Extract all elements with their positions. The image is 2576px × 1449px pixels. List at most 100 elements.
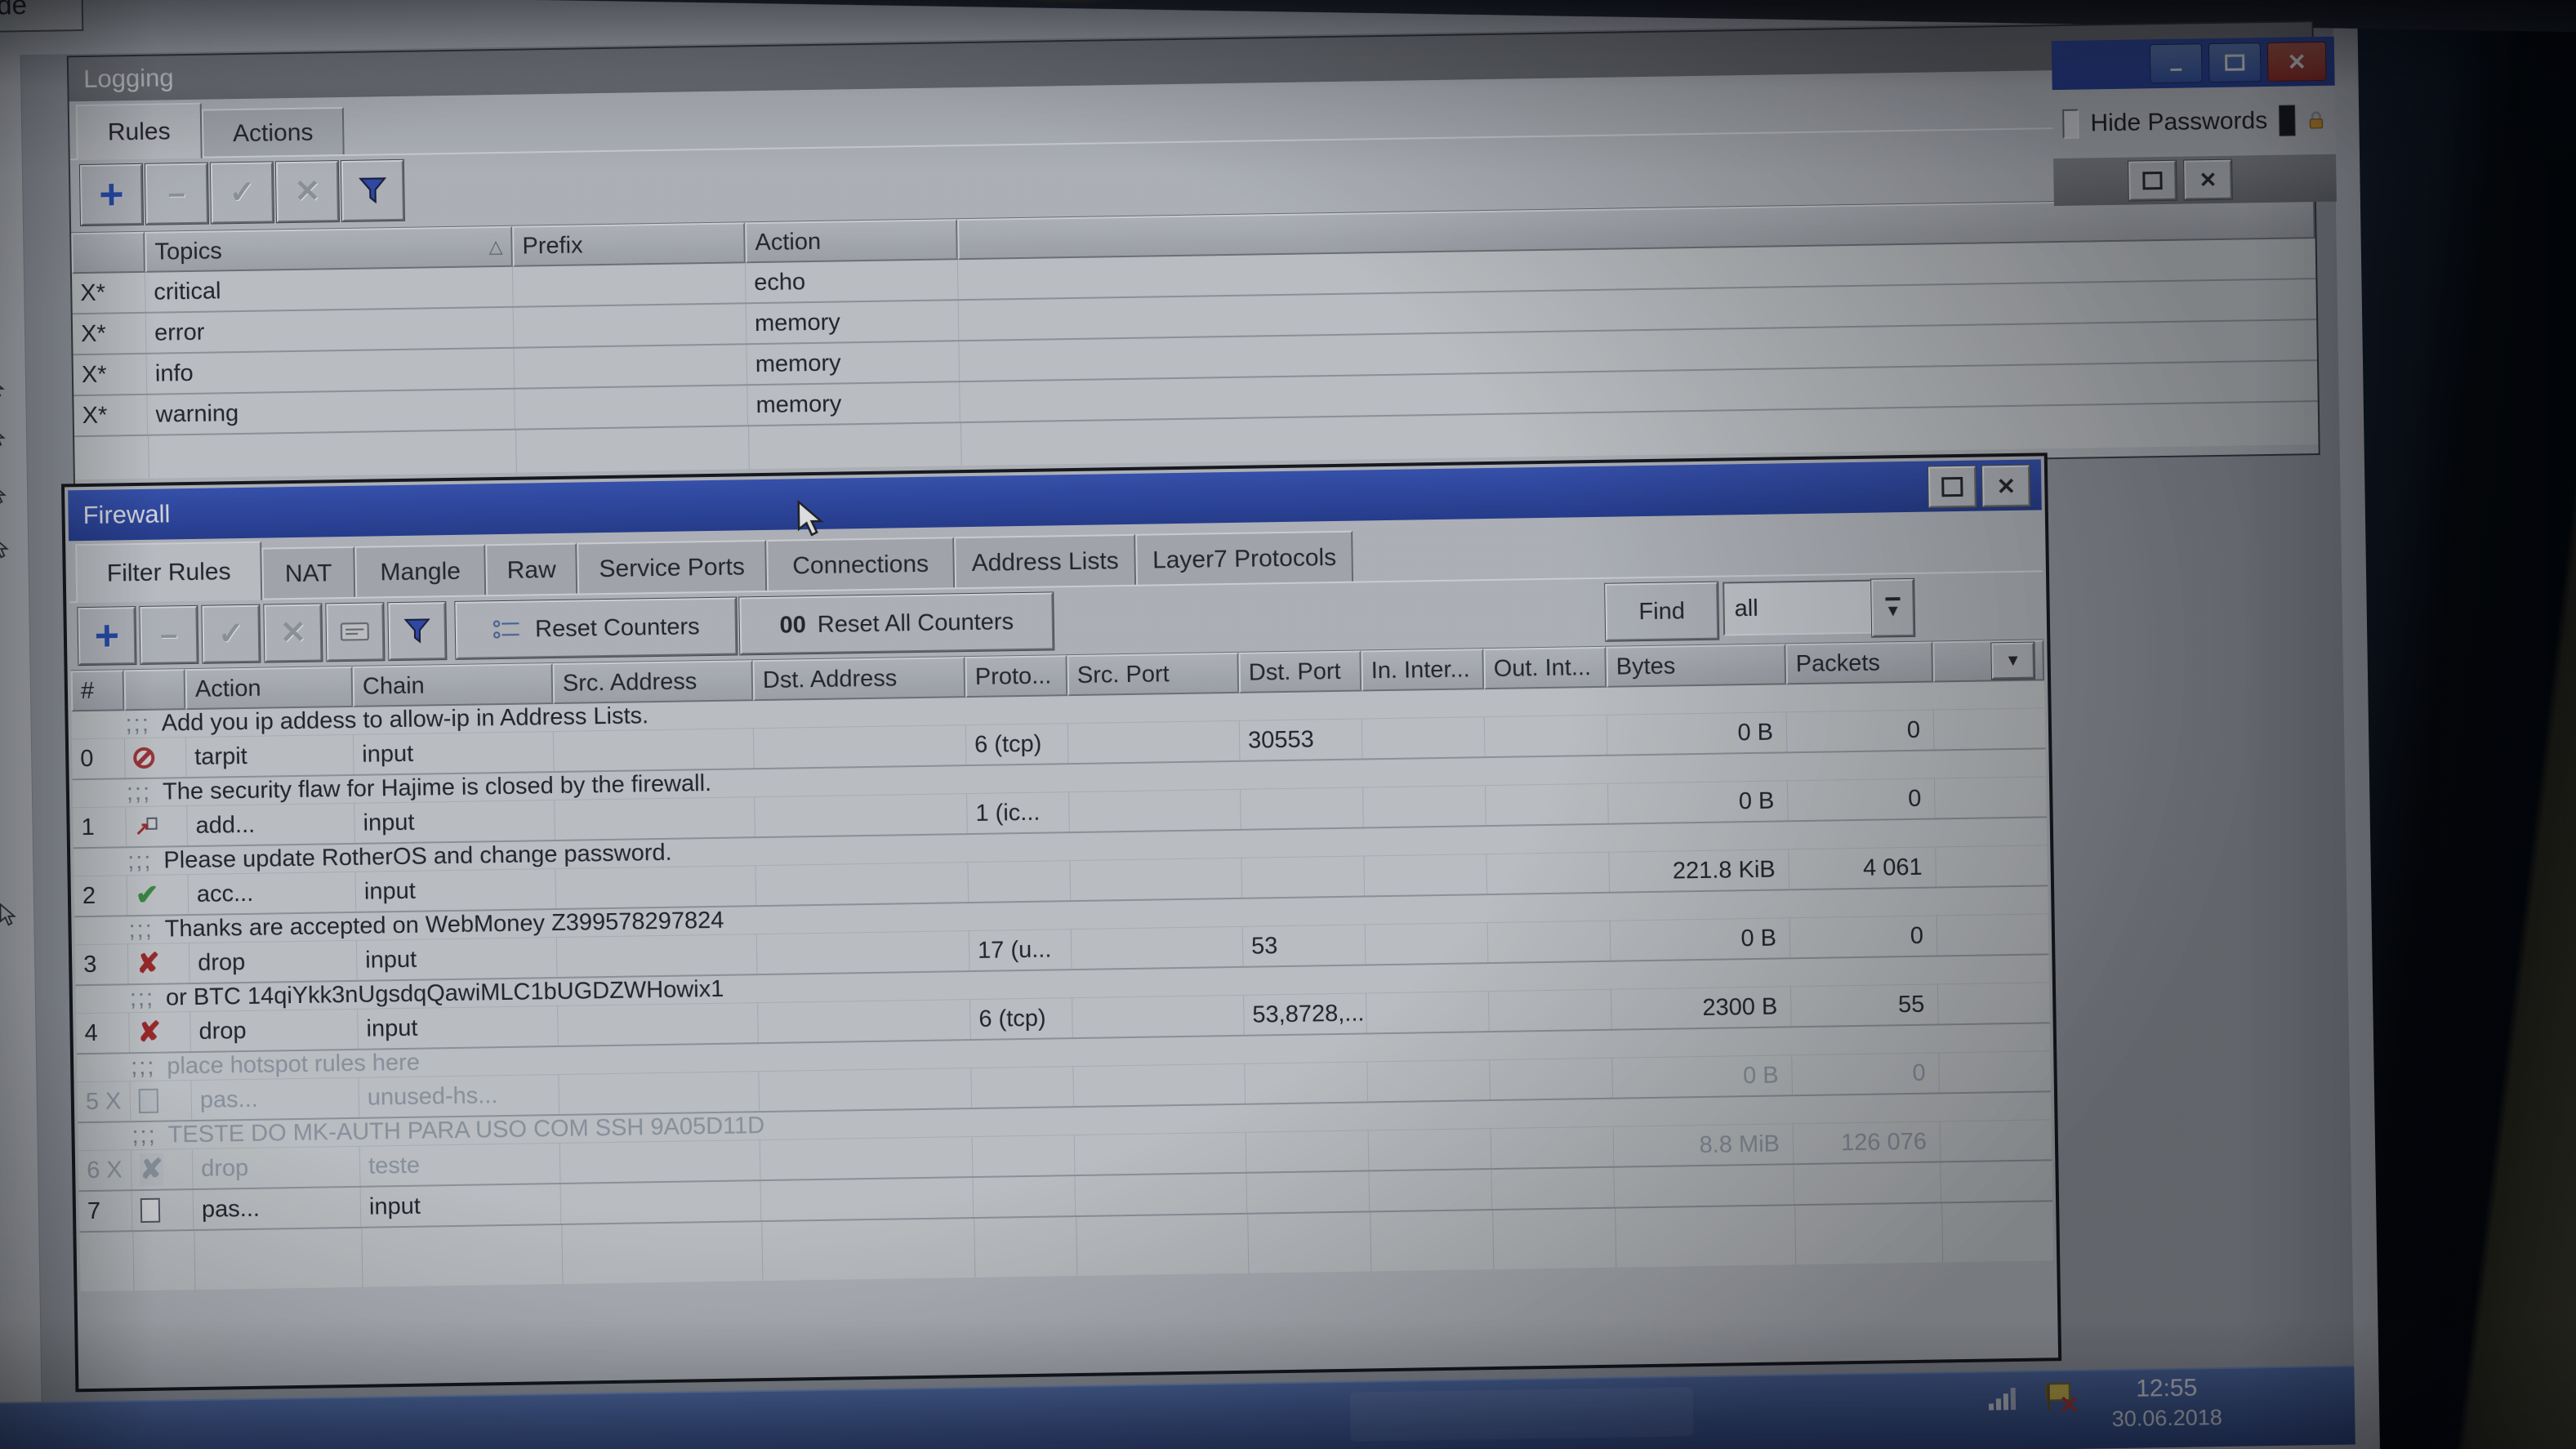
mouse-cursor: [796, 500, 831, 540]
column-header-packets[interactable]: Packets: [1785, 642, 1933, 685]
tab-label: Filter Rules: [107, 558, 231, 587]
cell-action: drop: [189, 941, 358, 983]
cell-in_if: [1366, 923, 1489, 964]
enable-rule-button[interactable]: ✓: [211, 162, 274, 223]
column-line: [561, 1225, 563, 1284]
cell-dst_address: [754, 725, 967, 768]
cell-src_port: [1072, 927, 1244, 969]
passthrough-document-icon: [139, 1089, 158, 1113]
tab-layer7-protocols[interactable]: Layer7 Protocols: [1135, 531, 1353, 586]
column-header-dst-address[interactable]: Dst. Address: [752, 657, 965, 701]
error-x-icon: ✕: [2059, 1391, 2080, 1420]
reset-counters-button[interactable]: Reset Counters: [455, 598, 737, 659]
cell-action: add...: [187, 804, 355, 845]
remove-rule-button[interactable]: –: [140, 606, 198, 664]
restore-button[interactable]: [2208, 42, 2262, 82]
drop-x-icon: ✘: [136, 947, 160, 980]
cell-src_address: [561, 1181, 762, 1224]
cell-in_if: [1364, 854, 1487, 895]
enable-rule-button[interactable]: ✓: [202, 605, 260, 663]
network-flag-icon[interactable]: ✕: [2046, 1381, 2083, 1418]
cell-packets: 0: [1787, 710, 1935, 751]
column-header-label: #: [81, 677, 95, 704]
cell-num: 3: [75, 944, 129, 984]
column-header-action[interactable]: Action: [185, 667, 354, 710]
column-header-in-inter-[interactable]: In. Inter...: [1361, 649, 1484, 691]
signal-bars-icon[interactable]: [1987, 1384, 2021, 1412]
logging-close-button[interactable]: ✕: [2184, 160, 2232, 200]
tab-filter-rules[interactable]: Filter Rules: [75, 542, 262, 604]
close-icon: ✕: [2287, 48, 2306, 75]
cell-out_if: [1488, 921, 1611, 962]
firewall-find-label: Find: [1638, 598, 1685, 626]
safe-mode-tab[interactable]: ode: [0, 0, 83, 33]
add-rule-button[interactable]: +: [78, 607, 136, 665]
column-header-dst-port[interactable]: Dst. Port: [1238, 650, 1362, 693]
tarpit-icon: [133, 747, 154, 769]
cell-dst_address: [758, 1000, 971, 1042]
firewall-maximize-button[interactable]: [1928, 466, 1977, 508]
cell-src_address: [559, 1072, 760, 1114]
tab-address-lists[interactable]: Address Lists: [954, 534, 1136, 589]
cell-num: 6 X: [78, 1150, 132, 1190]
comment-button[interactable]: [326, 603, 384, 661]
tab-actions[interactable]: Actions: [202, 107, 345, 158]
column-header-out-int-[interactable]: Out. Int...: [1483, 647, 1607, 689]
column-header-action[interactable]: Action: [745, 219, 958, 263]
cell-flag: X*: [72, 273, 146, 313]
firewall-columns-dropdown-button[interactable]: ▼: [1991, 643, 2035, 680]
tab-raw[interactable]: Raw: [485, 543, 577, 597]
firewall-find-button[interactable]: Find: [1605, 582, 1718, 641]
filter-button[interactable]: [388, 602, 446, 660]
remove-rule-button[interactable]: –: [145, 163, 208, 225]
column-header-topics[interactable]: Topics△: [145, 226, 513, 273]
chain-filter-dropdown[interactable]: all: [1723, 580, 1872, 636]
reset-all-counters-button[interactable]: 00 Reset All Counters: [739, 592, 1054, 654]
maximize-icon: [1941, 477, 1963, 497]
hide-passwords-checkbox[interactable]: [2062, 109, 2079, 139]
column-header-prefix[interactable]: Prefix: [512, 222, 746, 266]
column-header--[interactable]: #: [71, 670, 125, 711]
add-rule-button[interactable]: +: [80, 164, 143, 225]
tab-rules[interactable]: Rules: [76, 103, 203, 160]
disable-rule-button[interactable]: ✕: [264, 604, 322, 662]
column-header-bytes[interactable]: Bytes: [1606, 644, 1786, 687]
column-header-flags[interactable]: [71, 232, 145, 274]
tab-service-ports[interactable]: Service Ports: [577, 540, 767, 595]
close-button[interactable]: ✕: [2267, 42, 2327, 82]
column-header-src-port[interactable]: Src. Port: [1067, 653, 1239, 696]
cell-chain: input: [354, 732, 555, 774]
firewall-close-button[interactable]: ✕: [1982, 466, 2030, 507]
filter-button[interactable]: [341, 160, 404, 221]
column-header-proto-[interactable]: Proto...: [965, 655, 1067, 698]
logging-maximize-button[interactable]: [2128, 161, 2177, 201]
cell-topics: info: [147, 349, 515, 394]
cell-in_if: [1369, 1129, 1492, 1170]
taskbar-button[interactable]: [1350, 1387, 1694, 1442]
minimize-button[interactable]: –: [2150, 43, 2203, 83]
taskbar-clock[interactable]: 12:55: [2084, 1374, 2248, 1404]
chain-filter-dropdown-button[interactable]: ▼: [1871, 579, 1914, 637]
screen-content: ode Logging Rules Actions + – ✓ ✕: [0, 0, 2380, 1449]
column-header-flags[interactable]: [124, 669, 186, 711]
cell-icon: ✘: [129, 1012, 191, 1052]
column-header-src-address[interactable]: Src. Address: [553, 660, 754, 704]
cell-action: memory: [747, 301, 960, 343]
plus-icon: +: [94, 614, 119, 657]
column-header-chain[interactable]: Chain: [353, 663, 554, 707]
column-header-label: Bytes: [1616, 653, 1675, 680]
cell-bytes: 221.8 KiB: [1609, 849, 1789, 891]
check-icon: ✓: [218, 618, 244, 649]
accept-check-icon: ✔: [136, 879, 159, 912]
cell-icon: [130, 1081, 192, 1121]
firewall-table-body: ;;;Add you ip addess to allow-ip in Addr…: [71, 680, 2053, 1291]
column-line: [960, 423, 962, 466]
comment-prefix: ;;;: [131, 1122, 157, 1149]
tab-mangle[interactable]: Mangle: [354, 544, 486, 599]
cell-packets: 126 076: [1794, 1121, 1941, 1163]
tab-nat[interactable]: NAT: [261, 546, 355, 600]
cell-proto: [968, 861, 1071, 902]
disable-rule-button[interactable]: ✕: [276, 161, 339, 222]
tab-connections[interactable]: Connections: [766, 537, 955, 592]
hide-passwords-row: Hide Passwords: [2052, 86, 2336, 158]
